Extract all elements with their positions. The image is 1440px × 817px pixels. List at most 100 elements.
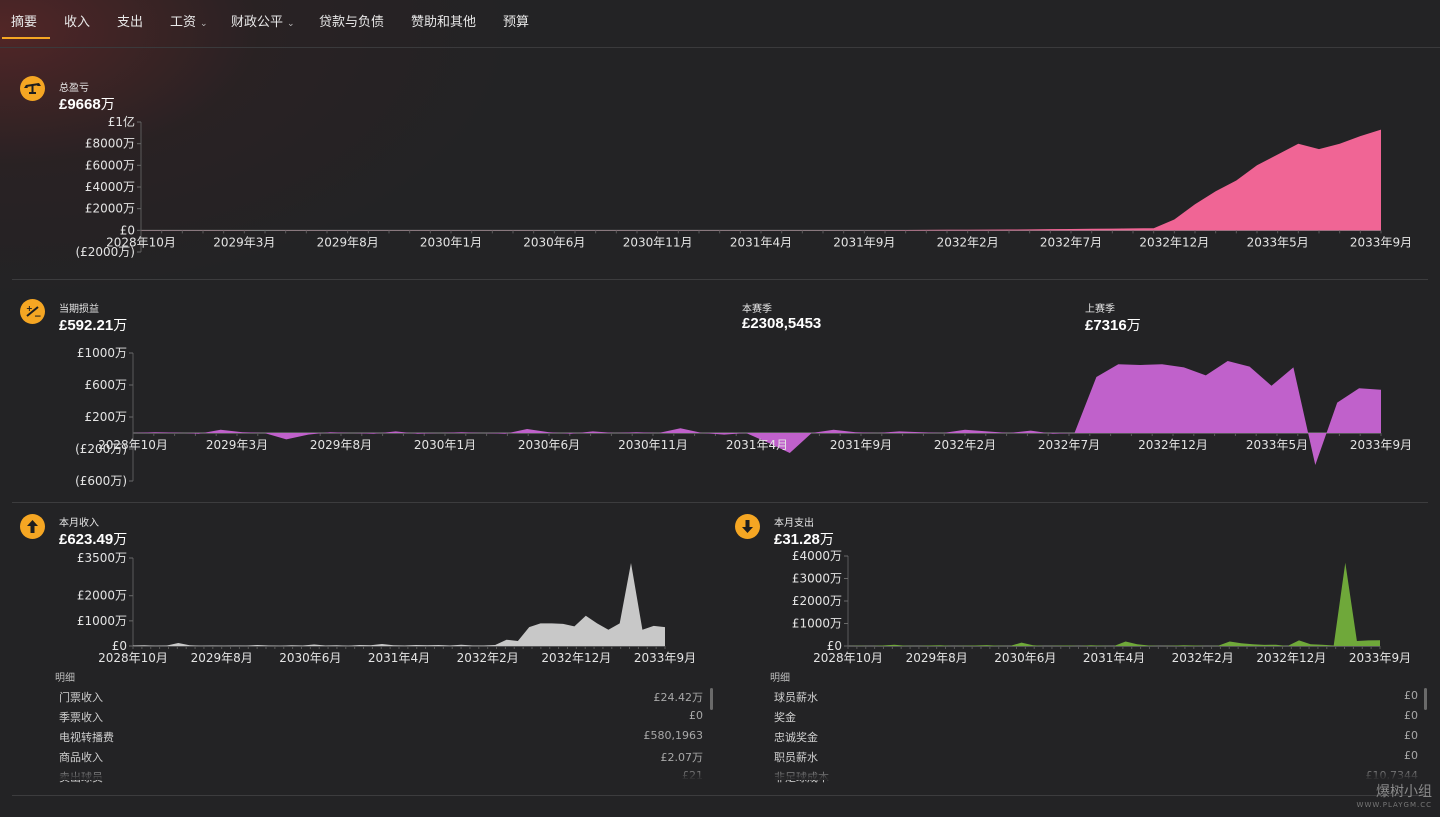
tab-summary[interactable]: 摘要 [11, 0, 37, 46]
series-area [141, 129, 1381, 231]
x-tick-label: 2029年8月 [310, 438, 372, 452]
detail-row-value: £24.42万 [653, 691, 704, 704]
income-list-scrollbar[interactable] [710, 688, 713, 710]
detail-row[interactable]: 奖金 £0 [774, 706, 1418, 726]
watermark-text: 爆树小组 [1376, 784, 1432, 800]
monthly-income-chart: £3500万£2000万£1000万£02028年10月 2029年8月 2030年… [77, 551, 696, 665]
detail-row[interactable]: 忠诚奖金 £0 [774, 726, 1418, 746]
x-tick-label: 2028年10月 [98, 651, 168, 665]
profit-loss-icon: + − [20, 299, 45, 324]
x-tick-label: 2032年2月 [937, 235, 999, 249]
x-tick-label: 2033年9月 [1349, 651, 1411, 665]
section-divider [12, 279, 1428, 280]
section-divider [12, 502, 1428, 503]
chevron-down-icon: ⌄ [200, 19, 208, 29]
y-tick-label: (£600万) [75, 474, 127, 488]
tab-loans-debts[interactable]: 贷款与负债 [319, 0, 384, 46]
x-tick-label: 2029年8月 [317, 235, 379, 249]
x-tick-label: 2031年9月 [833, 235, 895, 249]
detail-row-name: 职员薪水 [774, 751, 818, 764]
x-tick-label: 2031年4月 [730, 235, 792, 249]
expense-detail-title: 明细 [770, 673, 790, 684]
tab-budget[interactable]: 预算 [503, 0, 529, 46]
total-label: 总盈亏 [59, 83, 89, 94]
x-tick-label: 2031年4月 [368, 651, 430, 665]
x-tick-label: 2030年1月 [414, 438, 476, 452]
x-tick-label: 2029年8月 [906, 651, 968, 665]
y-tick-label: £2000万 [77, 589, 127, 603]
x-tick-label: 2030年11月 [618, 438, 688, 452]
detail-row-value: £0 [1404, 729, 1418, 742]
detail-row[interactable]: 职员薪水 £0 [774, 746, 1418, 766]
y-tick-label: £1000万 [792, 617, 842, 631]
y-tick-label: £8000万 [85, 137, 135, 151]
y-tick-label: £2000万 [792, 594, 842, 608]
x-tick-label: 2031年4月 [1083, 651, 1145, 665]
detail-row-value: £0 [1404, 749, 1418, 762]
section-divider [12, 795, 1428, 796]
season-label: 本赛季 [742, 304, 772, 315]
tab-expenses[interactable]: 支出 [117, 0, 143, 46]
y-tick-label: £4000万 [792, 549, 842, 563]
detail-row-name: 忠诚奖金 [774, 731, 818, 744]
monthly-expense-chart: £4000万£3000万£2000万£1000万£02028年10月 2029年8… [792, 549, 1411, 665]
x-tick-label: 2029年3月 [213, 235, 275, 249]
x-tick-label: 2029年8月 [191, 651, 253, 665]
y-tick-label: £1000万 [77, 614, 127, 628]
x-tick-label: 2030年11月 [623, 235, 693, 249]
x-tick-label: 2028年10月 [813, 651, 883, 665]
arrow-down-icon [735, 514, 760, 539]
detail-row-value: £2.07万 [660, 751, 704, 764]
tab-financial-fair-play[interactable]: 财政公平 ⌄ [231, 0, 295, 46]
y-tick-label: £3000万 [792, 572, 842, 586]
detail-row[interactable]: 球员薪水 £0 [774, 686, 1418, 706]
chevron-down-icon: ⌄ [287, 19, 295, 29]
x-tick-label: 2032年12月 [1256, 651, 1326, 665]
tab-wages[interactable]: 工资 ⌄ [170, 0, 208, 46]
y-tick-label: £6000万 [85, 158, 135, 172]
x-tick-label: 2032年12月 [541, 651, 611, 665]
expense-label: 本月支出 [774, 518, 814, 529]
series-area [848, 562, 1380, 646]
x-tick-label: 2029年3月 [206, 438, 268, 452]
x-tick-label: 2031年4月 [726, 438, 788, 452]
y-tick-label: £1000万 [77, 346, 127, 360]
x-tick-label: 2032年12月 [1139, 235, 1209, 249]
season-value: £2308,5453 [742, 315, 822, 332]
x-tick-label: 2032年7月 [1038, 438, 1100, 452]
detail-row-name: 奖金 [774, 711, 796, 724]
tab-income[interactable]: 收入 [64, 0, 90, 46]
x-tick-label: 2033年9月 [1350, 438, 1412, 452]
y-tick-label: £200万 [84, 410, 127, 424]
x-tick-label: 2032年12月 [1138, 438, 1208, 452]
x-tick-label: 2032年2月 [1172, 651, 1234, 665]
period-profit-chart: £1000万£600万£200万(£200万)(£600万)2028年10月 20… [75, 346, 1412, 488]
x-tick-label: 2032年7月 [1040, 235, 1102, 249]
detail-row-name: 电视转播费 [59, 731, 114, 744]
watermark-url: WWW.PLAYGM.CC [1356, 801, 1432, 809]
x-tick-label: 2031年9月 [830, 438, 892, 452]
list-fade [50, 766, 710, 780]
x-tick-label: 2033年5月 [1246, 438, 1308, 452]
watermark: 爆树小组 WWW.PLAYGM.CC [1357, 781, 1432, 809]
detail-row[interactable]: 电视转播费 £580,1963 [59, 726, 703, 746]
income-label: 本月收入 [59, 518, 99, 529]
tab-sponsorship-other[interactable]: 赞助和其他 [411, 0, 476, 46]
total-profit-chart: £1亿£8000万£6000万£4000万£2000万£0(£2000万)202… [75, 114, 1412, 259]
x-tick-label: 2030年6月 [523, 235, 585, 249]
detail-row-value: £0 [689, 709, 703, 722]
detail-row-value: £0 [1404, 709, 1418, 722]
series-area [133, 563, 665, 646]
expense-list-scrollbar[interactable] [1424, 688, 1427, 710]
arrow-up-icon [20, 514, 45, 539]
x-tick-label: 2033年5月 [1247, 235, 1309, 249]
detail-row[interactable]: 门票收入 £24.42万 [59, 686, 703, 706]
detail-row[interactable]: 商品收入 £2.07万 [59, 746, 703, 766]
y-tick-label: £3500万 [77, 551, 127, 565]
svg-text:+: + [26, 304, 33, 313]
detail-row[interactable]: 季票收入 £0 [59, 706, 703, 726]
period-label: 当期损益 [59, 304, 99, 315]
x-tick-label: 2030年6月 [279, 651, 341, 665]
active-tab-underline [2, 37, 50, 39]
detail-row-value: £580,1963 [643, 729, 704, 742]
